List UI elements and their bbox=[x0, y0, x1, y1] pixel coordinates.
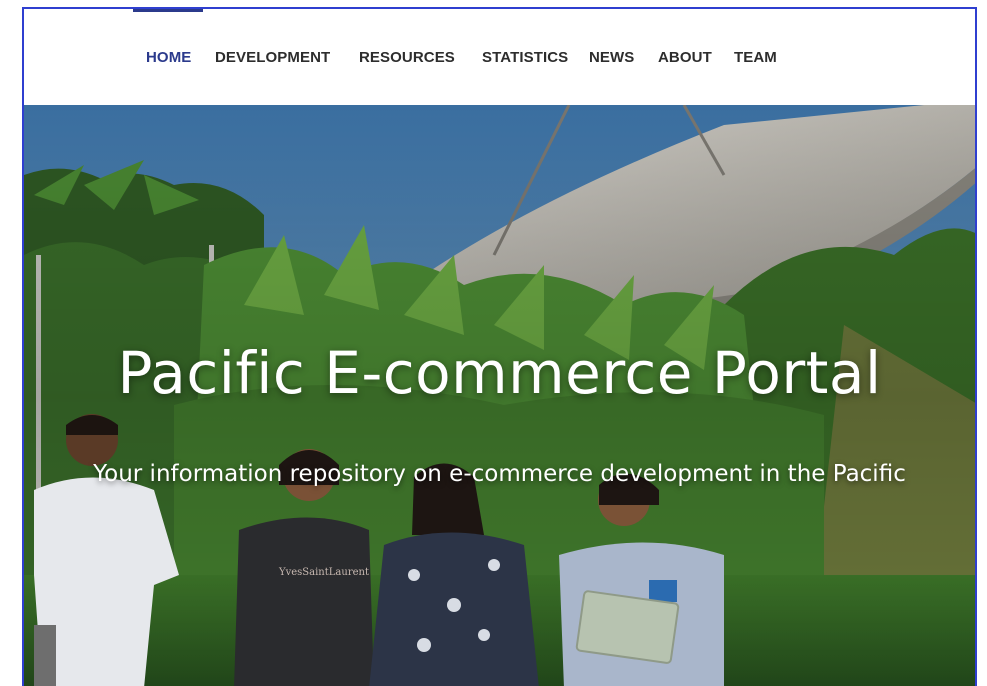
top-navbar: HOME DEVELOPMENT RESOURCES STATISTICS NE… bbox=[24, 9, 975, 105]
sweater-logo-text: YvesSaintLaurent bbox=[278, 567, 369, 578]
hero-subtitle: Your information repository on e-commerc… bbox=[93, 461, 906, 487]
nav-item-home[interactable]: HOME bbox=[146, 49, 191, 66]
nav-item-statistics[interactable]: STATISTICS bbox=[482, 49, 568, 66]
active-nav-indicator bbox=[133, 9, 203, 12]
page-frame: HOME DEVELOPMENT RESOURCES STATISTICS NE… bbox=[22, 7, 977, 686]
nav-item-development[interactable]: DEVELOPMENT bbox=[215, 49, 330, 66]
nav-item-resources[interactable]: RESOURCES bbox=[359, 49, 455, 66]
nav-item-about[interactable]: ABOUT bbox=[658, 49, 712, 66]
hero-title: Pacific E-commerce Portal bbox=[117, 339, 882, 407]
nav-item-news[interactable]: NEWS bbox=[589, 49, 634, 66]
hero-banner: YvesSaintLaurent Pacific E-commerce Port… bbox=[24, 105, 975, 686]
nav-item-team[interactable]: TEAM bbox=[734, 49, 777, 66]
